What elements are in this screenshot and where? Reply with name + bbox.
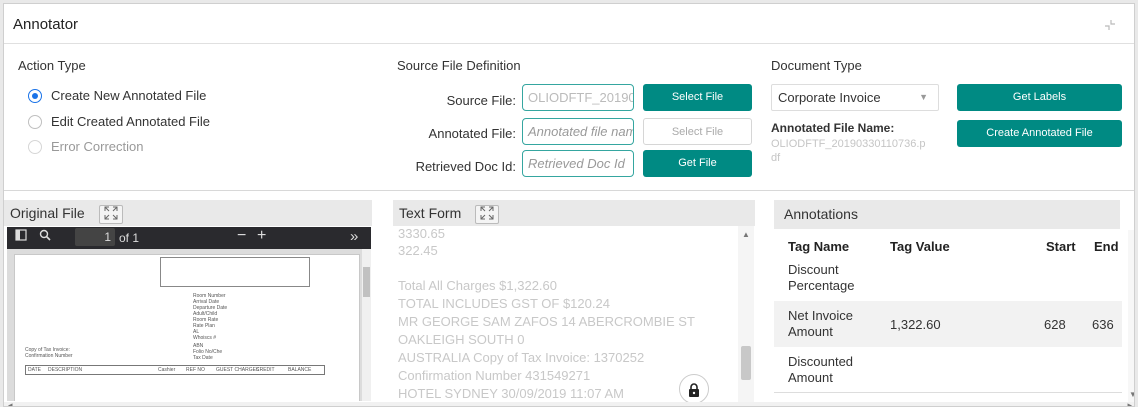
start-cell: 628 — [1044, 317, 1066, 332]
pdf-scroll-thumb[interactable] — [363, 267, 370, 297]
pdf-line: Confirmation Number — [25, 353, 73, 359]
radio-label: Edit Created Annotated File — [51, 114, 210, 129]
text-form-title: Text Form — [399, 205, 462, 221]
annotator-window: Annotator Action Type Create New Annotat… — [3, 3, 1135, 407]
column-header-tag-value[interactable]: Tag Value — [890, 239, 950, 254]
get-labels-button[interactable]: Get Labels — [957, 84, 1122, 111]
minimize-icon[interactable] — [1104, 19, 1116, 31]
tag-name-cell: Net Invoice Amount — [788, 308, 854, 339]
zoom-in-icon[interactable]: + — [257, 227, 266, 245]
text-line: HOTEL SYDNEY 30/09/2019 11:07 AM — [398, 386, 624, 401]
pdf-page: Room Number Arrival Date Departure Date … — [14, 254, 360, 401]
lock-icon[interactable] — [679, 374, 709, 404]
source-file-label: Source File: — [446, 93, 516, 108]
text-line: Total All Charges $1,322.60 — [398, 278, 557, 293]
sidebar-toggle-icon[interactable] — [15, 229, 27, 244]
source-file-definition-label: Source File Definition — [397, 58, 521, 73]
expand-icon[interactable] — [98, 204, 123, 224]
horizontal-scrollbar[interactable]: ◂ ▸ — [4, 400, 1134, 406]
pdf-th: DESCRIPTION — [48, 367, 83, 373]
tag-name-cell: Discount Percentage — [788, 262, 855, 293]
pdf-th: DATE — [28, 367, 41, 373]
text-form-header: Text Form — [393, 200, 755, 226]
retrieved-doc-id-input[interactable]: Retrieved Doc Id — [522, 150, 634, 177]
tag-name-cell: Discounted Amount — [788, 354, 854, 385]
radio-selected-icon — [28, 88, 42, 103]
more-tools-icon[interactable]: » — [350, 228, 358, 245]
radio-unselected-icon — [28, 139, 42, 154]
pdf-toolbar: 1 of 1 − + » — [7, 227, 371, 249]
get-file-button[interactable]: Get File — [643, 150, 752, 177]
annotated-file-name-label: Annotated File Name: — [771, 121, 895, 135]
pdf-viewer[interactable]: Room Number Arrival Date Departure Date … — [7, 249, 371, 401]
expand-icon[interactable] — [475, 204, 500, 224]
source-file-input[interactable]: OLIODFTF_20190 — [522, 84, 634, 111]
document-type-select[interactable]: Corporate Invoice ▼ — [771, 84, 939, 111]
page-number-input[interactable]: 1 — [75, 228, 115, 246]
zoom-out-icon[interactable]: − — [237, 227, 246, 245]
original-file-header: Original File — [4, 200, 372, 226]
annotations-title: Annotations — [774, 200, 1120, 229]
row-divider — [774, 392, 1122, 393]
chevron-down-icon: ▼ — [919, 92, 928, 102]
pdf-header-box — [160, 257, 310, 287]
pdf-th: GUEST CHARGES — [216, 367, 260, 373]
table-row[interactable]: Discounted Amount — [774, 350, 1122, 396]
column-header-start[interactable]: Start — [1046, 239, 1076, 254]
original-file-title: Original File — [10, 205, 85, 221]
annotated-file-label: Annotated File: — [428, 126, 516, 141]
pdf-th: REF NO — [186, 367, 205, 373]
radio-label: Error Correction — [51, 139, 144, 154]
column-header-end[interactable]: End — [1094, 239, 1119, 254]
annotated-select-file-button: Select File — [643, 118, 752, 145]
text-line: MR GEORGE SAM ZAFOS 14 ABERCROMBIE ST — [398, 314, 695, 329]
scroll-down-icon[interactable]: ▼ — [1129, 390, 1134, 399]
pdf-table-header: DATE DESCRIPTION Cashier REF NO GUEST CH… — [25, 365, 325, 375]
scroll-right-icon[interactable]: ▸ — [1127, 400, 1132, 406]
create-annotated-file-button[interactable]: Create Annotated File — [957, 120, 1122, 147]
radio-label: Create New Annotated File — [51, 88, 207, 103]
section-divider — [4, 190, 1134, 191]
pdf-scrollbar[interactable] — [362, 249, 371, 401]
text-scroll-thumb[interactable] — [741, 346, 751, 380]
pdf-th: CREDIT — [256, 367, 275, 373]
search-icon[interactable] — [39, 229, 51, 244]
radio-unselected-icon — [28, 114, 42, 129]
text-line: 322.45 — [398, 243, 438, 258]
column-header-tag-name[interactable]: Tag Name — [788, 239, 849, 254]
title-bar: Annotator — [4, 4, 1134, 44]
scroll-up-icon[interactable]: ▲ — [742, 230, 750, 239]
tag-value-cell: 1,322.60 — [890, 317, 941, 332]
table-row[interactable]: Discount Percentage — [774, 260, 1122, 306]
radio-edit-created[interactable]: Edit Created Annotated File — [28, 114, 210, 129]
window-title: Annotator — [13, 16, 79, 33]
text-form-scrollbar[interactable]: ▲ — [738, 226, 754, 404]
annotated-file-input[interactable]: Annotated file nam — [522, 118, 634, 145]
text-line: AUSTRALIA Copy of Tax Invoice: 1370252 — [398, 350, 645, 365]
annotated-file-name-value: OLIODFTF_20190330110736.pdf — [771, 138, 926, 164]
pdf-th: Cashier — [158, 367, 176, 373]
pdf-th: BALANCE — [288, 367, 312, 373]
text-line: Confirmation Number 431549271 — [398, 368, 591, 383]
text-line: TOTAL INCLUDES GST OF $120.24 — [398, 296, 610, 311]
scroll-left-icon[interactable]: ◂ — [8, 400, 13, 406]
end-cell: 636 — [1092, 317, 1114, 332]
pdf-line: Whoiscs # — [193, 335, 217, 341]
radio-create-new[interactable]: Create New Annotated File — [28, 88, 206, 103]
document-type-label: Document Type — [771, 58, 862, 73]
text-line: 3330.65 — [398, 226, 445, 241]
pdf-line: Tax Date — [193, 355, 213, 361]
radio-error-correction: Error Correction — [28, 139, 143, 154]
document-type-value: Corporate Invoice — [778, 90, 881, 105]
text-line: OAKLEIGH SOUTH 0 — [398, 332, 525, 347]
annotations-scrollbar[interactable]: ▼ — [1128, 230, 1134, 402]
table-row[interactable]: Net Invoice Amount 1,322.60 628 636 — [774, 301, 1122, 347]
annotations-panel: Annotations Tag Name Tag Value Start End… — [774, 200, 1122, 406]
action-type-label: Action Type — [18, 58, 86, 73]
retrieved-doc-id-label: Retrieved Doc Id: — [415, 159, 516, 174]
page-total: of 1 — [119, 231, 140, 245]
source-select-file-button[interactable]: Select File — [643, 84, 752, 111]
